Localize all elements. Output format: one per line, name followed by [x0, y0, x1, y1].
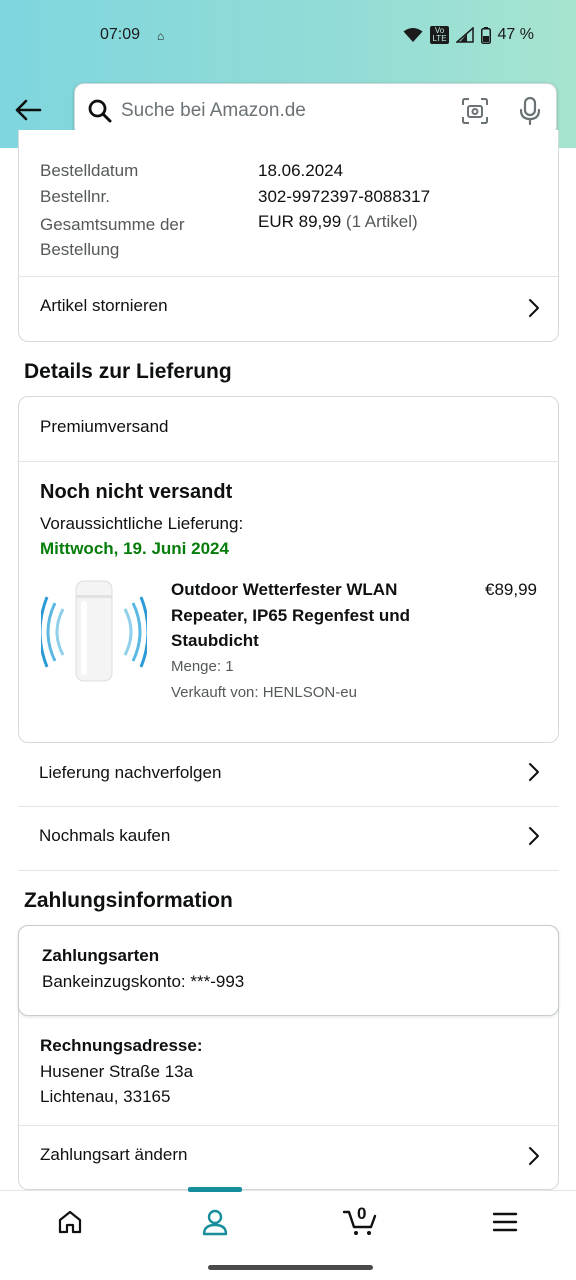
chevron-right-icon: [529, 827, 539, 845]
product-price: €89,99: [485, 580, 537, 599]
cart-count: 0: [357, 1204, 367, 1223]
change-payment-row[interactable]: Zahlungsart ändern: [19, 1126, 558, 1190]
status-time: 07:09: [100, 26, 141, 43]
order-total-label: Gesamtsumme der Bestellung: [40, 215, 185, 259]
divider: [18, 870, 559, 871]
nav-account[interactable]: [195, 1205, 235, 1239]
order-date-label: Bestelldatum: [40, 161, 139, 180]
billing-address-line1: Husener Straße 13a: [40, 1062, 194, 1081]
delivery-section-title: Details zur Lieferung: [24, 360, 232, 383]
order-date-value: 18.06.2024: [258, 161, 344, 180]
gesture-bar[interactable]: [208, 1265, 373, 1270]
product-quantity: Menge: 1: [171, 658, 234, 675]
order-total-note: (1 Artikel): [345, 212, 418, 231]
volte-icon: Vo LTE: [430, 26, 449, 44]
product-image[interactable]: [38, 577, 150, 687]
change-payment-label: Zahlungsart ändern: [40, 1145, 188, 1164]
payment-methods-title: Zahlungsarten: [42, 946, 160, 965]
shipment-status: Noch nicht versandt: [40, 481, 233, 503]
active-tab-indicator: [188, 1187, 242, 1192]
nav-menu[interactable]: [485, 1205, 525, 1239]
cancel-item-row[interactable]: Artikel stornieren: [19, 277, 558, 341]
shipping-method: Premiumversand: [40, 417, 169, 436]
buy-again-row[interactable]: Nochmals kaufen: [18, 807, 559, 870]
search-input[interactable]: [121, 96, 451, 126]
camera-scan-icon[interactable]: [461, 97, 489, 125]
search-bar[interactable]: [74, 83, 557, 137]
order-total-value: EUR 89,99 (1 Artikel): [258, 212, 418, 232]
chevron-right-icon: [529, 1147, 539, 1165]
hamburger-menu-icon: [492, 1212, 518, 1232]
status-bar: 07:09 ⌂ Vo LTE 47 %: [0, 26, 576, 48]
delivery-card: Premiumversand Noch nicht versandt Vorau…: [18, 396, 559, 743]
arrow-left-icon: [15, 99, 42, 121]
payment-section-title: Zahlungsinformation: [24, 889, 233, 912]
home-icon: [58, 1210, 82, 1234]
wifi-repeater-product-image: [38, 580, 150, 682]
nav-home[interactable]: [50, 1205, 90, 1239]
product-title[interactable]: Outdoor Wetterfester WLAN Repeater, IP65…: [171, 577, 421, 654]
app-header: 07:09 ⌂ Vo LTE 47 %: [0, 0, 576, 148]
battery-icon: [480, 26, 491, 44]
expected-delivery-label: Voraussichtliche Lieferung:: [40, 514, 244, 533]
product-seller: Verkauft von: HENLSON-eu: [171, 684, 357, 701]
expected-delivery-date: Mittwoch, 19. Juni 2024: [40, 539, 229, 558]
bottom-navigation: 0: [0, 1187, 576, 1252]
track-delivery-row[interactable]: Lieferung nachverfolgen: [18, 744, 559, 806]
order-number-label: Bestellnr.: [40, 187, 110, 206]
user-icon: [202, 1209, 228, 1236]
chevron-right-icon: [529, 763, 539, 781]
billing-address-line2: Lichtenau, 33165: [40, 1087, 171, 1106]
payment-card: Zahlungsarten Bankeinzugskonto: ***-993 …: [18, 925, 559, 1190]
order-summary-card: Bestelldatum 18.06.2024 Bestellnr. 302-9…: [18, 130, 559, 342]
track-delivery-label: Lieferung nachverfolgen: [39, 763, 222, 782]
payment-methods-box[interactable]: Zahlungsarten Bankeinzugskonto: ***-993: [18, 925, 559, 1016]
order-number-value: 302-9972397-8088317: [258, 187, 431, 206]
divider: [19, 461, 558, 462]
search-icon: [88, 99, 112, 123]
signal-icon: [455, 27, 474, 43]
microphone-icon[interactable]: [518, 96, 542, 126]
wifi-icon: [403, 28, 423, 42]
cancel-item-label: Artikel stornieren: [40, 296, 168, 315]
notification-icon: ⌂: [157, 29, 165, 43]
back-button[interactable]: [12, 94, 44, 126]
nav-cart[interactable]: 0: [340, 1204, 380, 1239]
payment-method-value: Bankeinzugskonto: ***-993: [42, 972, 245, 991]
chevron-right-icon: [529, 299, 539, 317]
buy-again-label: Nochmals kaufen: [39, 826, 171, 845]
order-total-amount: EUR 89,99: [258, 212, 342, 231]
battery-percentage: 47 %: [497, 26, 534, 43]
billing-address-title: Rechnungsadresse:: [40, 1036, 203, 1055]
